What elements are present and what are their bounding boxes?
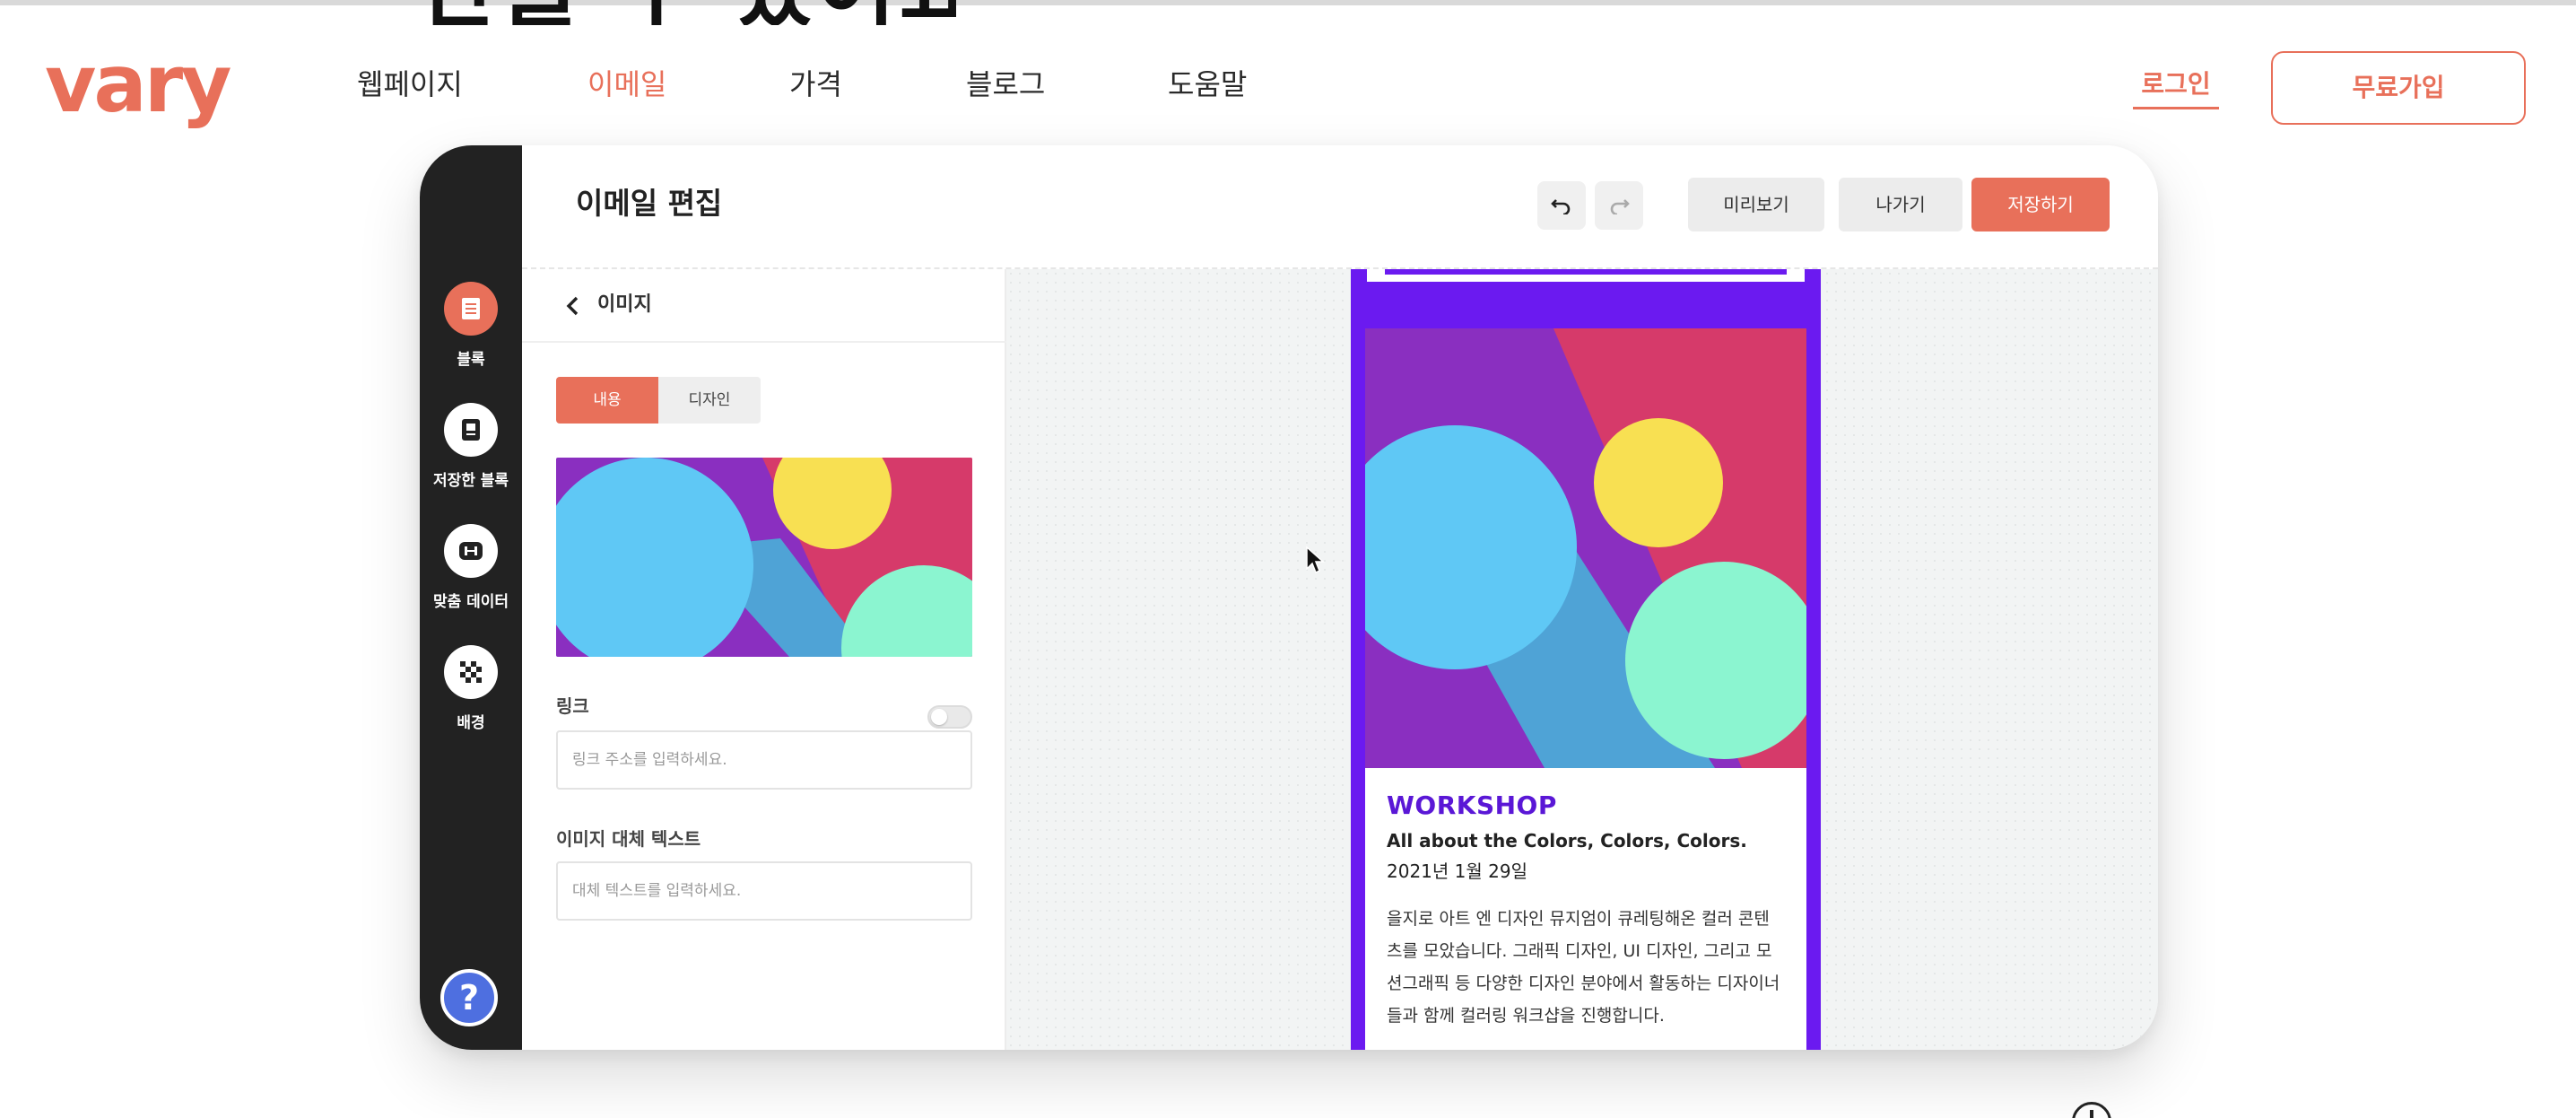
saved-block-icon [444, 403, 498, 457]
checker-icon [444, 645, 498, 699]
exit-button[interactable]: 나가기 [1839, 178, 1962, 231]
nav-item-pricing[interactable]: 가격 [789, 59, 842, 109]
editor-toolbar: 이메일 편집 미리보기 나가기 저장하기 [522, 145, 2158, 269]
signup-button[interactable]: 무료가입 [2271, 51, 2526, 125]
email-previous-block[interactable] [1367, 269, 1805, 282]
editor-title: 이메일 편집 [576, 186, 723, 221]
email-title: WORKSHOP [1387, 790, 1557, 820]
custom-data-icon [444, 524, 498, 578]
image-thumbnail[interactable] [556, 458, 972, 657]
panel-header: 이미지 [522, 269, 1006, 343]
editor-mockup: 블록 저장한 블록 맞춤 데이터 배경 ? 이메일 편집 미리보기 나가기 저장… [420, 145, 2158, 1050]
tab-content[interactable]: 내용 [556, 377, 658, 424]
email-canvas: WORKSHOP All about the Colors, Colors, C… [1006, 269, 2158, 1050]
nav-item-email[interactable]: 이메일 [587, 59, 666, 109]
info-icon [2072, 1102, 2111, 1118]
nav-item-webpage[interactable]: 웹페이지 [357, 59, 463, 109]
editor-sidebar: 블록 저장한 블록 맞춤 데이터 배경 ? [420, 145, 522, 1050]
sidebar-item-blocks[interactable]: 블록 [420, 282, 522, 369]
panel-title: 이미지 [597, 293, 652, 316]
email-date: 2021년 1월 29일 [1387, 860, 1527, 882]
tab-design[interactable]: 디자인 [658, 377, 761, 424]
top-divider [0, 0, 2576, 5]
mouse-cursor-icon [1306, 546, 1325, 574]
sidebar-item-background[interactable]: 배경 [420, 645, 522, 732]
redo-button[interactable] [1595, 181, 1643, 230]
email-text-block[interactable]: WORKSHOP All about the Colors, Colors, C… [1365, 768, 1806, 1050]
login-link[interactable]: 로그인 [2133, 63, 2219, 109]
help-button[interactable]: ? [440, 969, 498, 1026]
preview-button[interactable]: 미리보기 [1688, 178, 1824, 231]
alt-text-input[interactable] [556, 861, 972, 921]
email-preview[interactable]: WORKSHOP All about the Colors, Colors, C… [1351, 269, 1821, 1050]
save-button[interactable]: 저장하기 [1971, 178, 2110, 231]
sidebar-item-saved-blocks[interactable]: 저장한 블록 [420, 403, 522, 490]
sidebar-item-label: 배경 [457, 714, 485, 732]
sidebar-item-label: 블록 [457, 351, 485, 369]
link-toggle[interactable] [927, 705, 972, 729]
sidebar-item-label: 맞춤 데이터 [432, 593, 509, 611]
sidebar-item-custom-data[interactable]: 맞춤 데이터 [420, 524, 522, 611]
email-body: 을지로 아트 엔 디자인 뮤지엄이 큐레팅해온 컬러 콘텐츠를 모았습니다. 그… [1387, 909, 1780, 1026]
nav-item-help[interactable]: 도움말 [1168, 59, 1247, 109]
email-hero-image[interactable] [1365, 328, 1806, 768]
hero-heading-fragment: 만들 수 있어요 [418, 0, 956, 25]
link-label: 링크 [556, 695, 589, 717]
alt-text-label: 이미지 대체 텍스트 [556, 828, 701, 850]
nav-item-blog[interactable]: 블로그 [966, 59, 1045, 109]
image-settings-panel: 이미지 내용 디자인 링크 이미지 대체 텍스트 [522, 269, 1006, 1050]
redo-icon [1610, 199, 1630, 214]
sidebar-item-label: 저장한 블록 [432, 472, 509, 490]
undo-icon [1551, 199, 1571, 214]
undo-button[interactable] [1537, 181, 1586, 230]
document-icon [444, 282, 498, 336]
chevron-left-icon[interactable] [561, 294, 585, 318]
link-input[interactable] [556, 730, 972, 790]
email-subtitle: All about the Colors, Colors, Colors. [1387, 830, 1747, 852]
vary-logo[interactable]: vary [45, 39, 232, 129]
